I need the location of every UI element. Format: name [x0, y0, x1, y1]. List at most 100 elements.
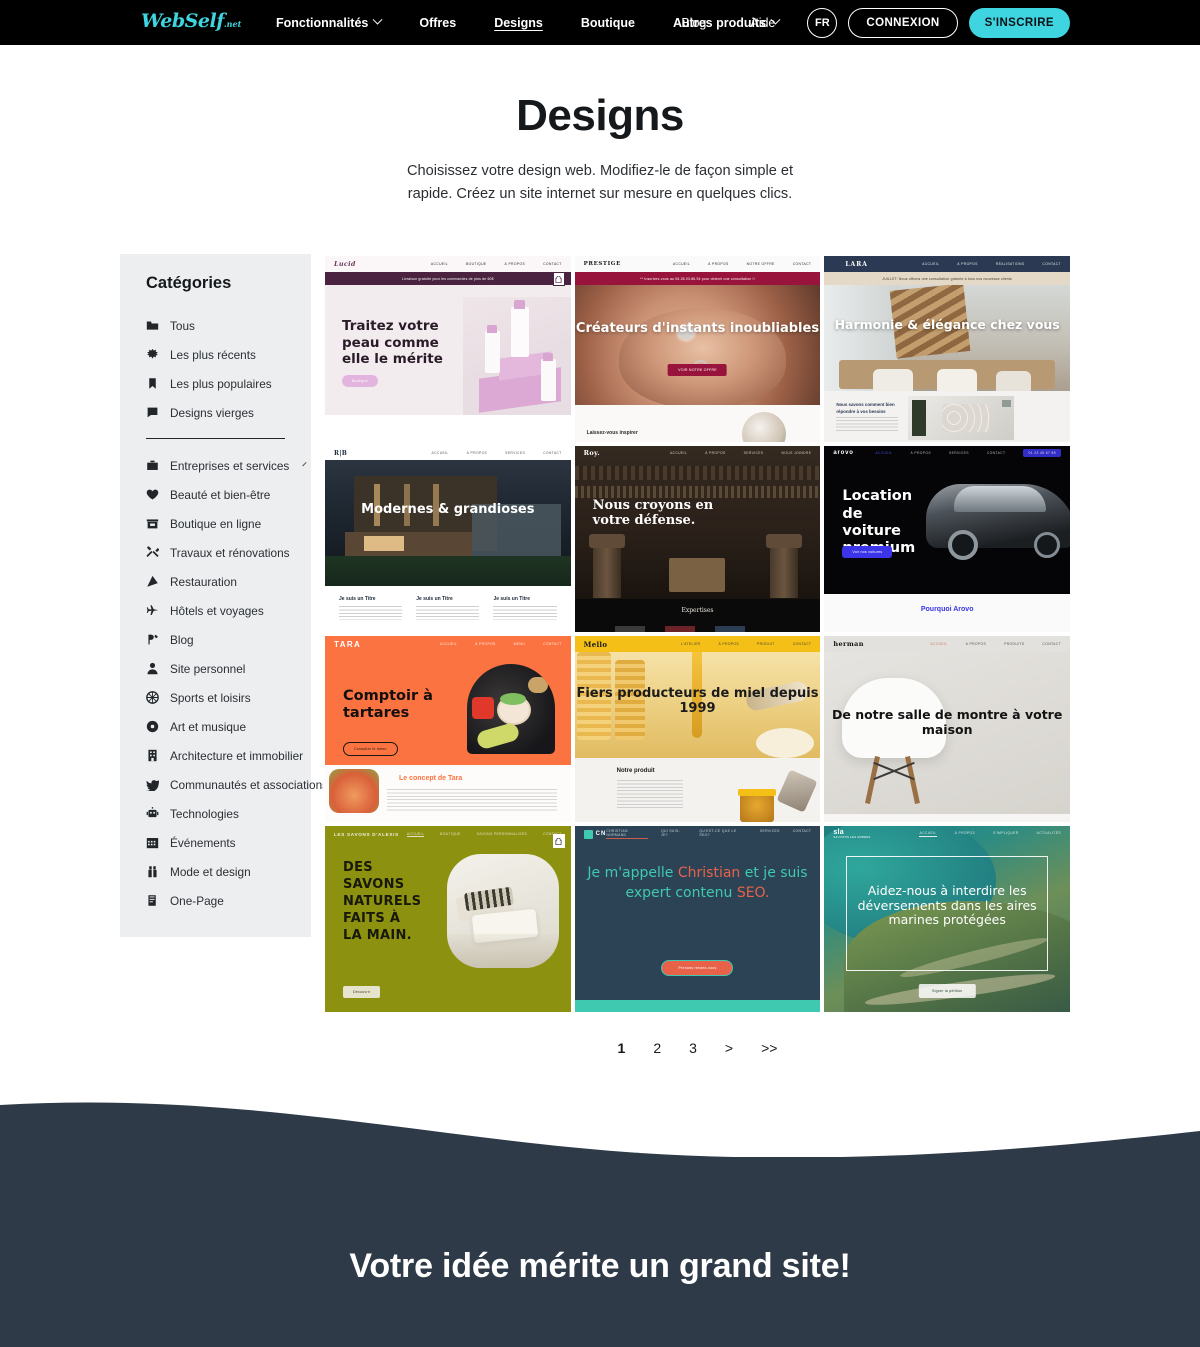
tpl-nav-item: CONTACT: [543, 262, 562, 267]
nav-item-offres[interactable]: Offres: [400, 16, 475, 30]
tpl-photo: [462, 297, 571, 416]
tpl-nav-item: Qui suis-je?: [660, 829, 681, 838]
sidebar-item-technologies[interactable]: Technologies: [120, 799, 311, 828]
tpl-photo: [466, 664, 555, 755]
nav-item-aide[interactable]: Aide: [728, 16, 797, 30]
tpl-col-title: Je suis un Titre: [339, 596, 376, 603]
page-button-2[interactable]: 2: [639, 1040, 675, 1056]
tpl-footer: [574, 1000, 821, 1013]
tpl-nav-item: Contact: [1042, 262, 1061, 267]
footer-body: Votre idée mérite un grand site!: [0, 1157, 1200, 1347]
template-card-lucid[interactable]: Lucid ACCUEIL BOUTIQUE À PROPOS CONTACT …: [323, 254, 573, 445]
template-card-herman[interactable]: herman Accueil À propos Produits Contact: [822, 634, 1072, 825]
nav-item-designs[interactable]: Designs: [475, 16, 562, 30]
sidebar-item-site-personnel[interactable]: Site personnel: [120, 654, 311, 683]
template-card-tara[interactable]: TARA Accueil À propos Menu Contact: [323, 634, 573, 825]
tpl-nav-item: Accueil: [919, 831, 937, 838]
tpl-headline: Créateurs d'instants inoubliables: [575, 321, 820, 337]
page-button-1[interactable]: 1: [604, 1040, 640, 1056]
tpl-nav-item: À propos: [965, 642, 987, 647]
signup-button[interactable]: S'INSCRIRE: [968, 7, 1070, 38]
page-button-3[interactable]: 3: [675, 1040, 711, 1056]
tpl-nav: Accueil À propos Services Contact 01 23 …: [875, 449, 1061, 458]
tpl-cta: Consulter le menu: [343, 742, 398, 757]
tpl-nav: L'ATELIER À PROPOS PRODUIT CONTACT: [681, 642, 811, 646]
sidebar-item-label: Tous: [170, 318, 195, 333]
template-card-lara[interactable]: LARA Accueil À propos Réalisations Conta…: [822, 254, 1072, 445]
tpl-logo: arovo: [833, 450, 854, 457]
sidebar-item-restauration[interactable]: Restauration: [120, 567, 311, 596]
template-card-roy[interactable]: Roy. ACCUEIL À PROPOS SERVICES NOUS JOIN…: [572, 444, 823, 635]
onepage-icon: [146, 894, 159, 907]
template-card-sla[interactable]: sla SAUVONS LES ARBRES Accueil À propos …: [822, 824, 1072, 1015]
sidebar-item-tous[interactable]: Tous: [120, 311, 311, 340]
tpl-logo: TARA: [334, 639, 362, 649]
tpl-nav-item: Services: [948, 451, 969, 456]
template-card-christian-normand[interactable]: CN Christian Normand Qui suis-je? Qu'est…: [572, 824, 823, 1015]
sidebar-item-boutique-en-ligne[interactable]: Boutique en ligne: [120, 509, 311, 538]
sidebar-item-label: Boutique en ligne: [170, 516, 262, 531]
tpl-nav: ACCUEIL À PROPOS NOTRE OFFRE CONTACT: [673, 262, 811, 266]
heart-icon: [146, 488, 159, 501]
sidebar-item-designs-vierges[interactable]: Designs vierges: [120, 398, 311, 427]
tpl-nav: Accueil À propos S'impliquer Actualités: [919, 831, 1061, 838]
tpl-headline: Harmonie & élégance chez vous: [834, 317, 1060, 333]
tpl-nav-item: À propos: [910, 451, 931, 456]
sidebar-item-entreprises-et-services[interactable]: Entreprises et services: [120, 451, 311, 480]
nav-label: Fonctionnalités: [276, 15, 369, 30]
nav-item-blog[interactable]: Blog: [659, 16, 728, 30]
template-card-prestige[interactable]: PRESTIGE ACCUEIL À PROPOS NOTRE OFFRE CO…: [572, 254, 823, 445]
tpl-nav-item: Accueil: [922, 262, 940, 267]
sidebar-item-label: Travaux et rénovations: [170, 545, 290, 560]
sidebar-item-mode-et-design[interactable]: Mode et design: [120, 857, 311, 886]
sidebar-item-art-et-musique[interactable]: Art et musique: [120, 712, 311, 741]
sidebar-item-travaux-et-renovations[interactable]: Travaux et rénovations: [120, 538, 311, 567]
tpl-nav: Accueil À propos Produits Contact: [930, 642, 1061, 646]
sidebar-item-architecture-et-immobilier[interactable]: Architecture et immobilier: [120, 741, 311, 770]
nav-item-boutique[interactable]: Boutique: [562, 16, 654, 30]
logo-text: WebSelf.net: [141, 9, 242, 32]
tpl-navbar: TARA Accueil À propos Menu Contact: [325, 636, 571, 652]
tpl-nav-item: À propos: [957, 262, 978, 267]
sidebar-item-beaute-et-bien-etre[interactable]: Beauté et bien-être: [120, 480, 311, 509]
tpl-headline: Je m'appelle Christian et je suis expert…: [575, 864, 821, 904]
site-logo[interactable]: WebSelf.net: [141, 7, 241, 35]
language-selector[interactable]: FR: [807, 7, 838, 38]
tpl-nav-item: PRODUIT: [757, 642, 775, 647]
page-last-button[interactable]: >>: [747, 1040, 791, 1056]
login-button[interactable]: CONNEXION: [848, 7, 958, 38]
sidebar-item-hotels-et-voyages[interactable]: Hôtels et voyages: [120, 596, 311, 625]
tpl-nav-badge: 01 23 45 67 89: [1023, 449, 1061, 458]
tpl-cta: VOIR NOTRE OFFRE: [668, 364, 727, 377]
template-card-arovo[interactable]: arovo Accueil À propos Services Contact …: [822, 444, 1072, 635]
nav-item-fonctionnalites[interactable]: Fonctionnalités: [276, 14, 400, 30]
tpl-navbar: Roy. ACCUEIL À PROPOS SERVICES NOUS JOIN…: [575, 446, 821, 460]
tpl-logo: Mello: [583, 639, 608, 649]
tpl-nav-item: ACCUEIL: [672, 262, 691, 267]
tpl-nav-item: CONTACT: [792, 262, 812, 267]
tpl-footer: Le concept de Tara: [325, 765, 571, 823]
sidebar-item-les-plus-recents[interactable]: Les plus récents: [120, 340, 311, 369]
tools-icon: [146, 546, 159, 559]
template-card-les-savons-dalexis[interactable]: LES SAVONS D'ALEXIS Accueil Boutique Sav…: [323, 824, 573, 1015]
sidebar-item-label: One-Page: [170, 893, 224, 908]
sidebar-item-sports-et-loisirs[interactable]: Sports et loisirs: [120, 683, 311, 712]
main-content: Catégories Tous Les plus récents Les plu…: [0, 254, 1200, 1056]
tpl-navbar: Mello L'ATELIER À PROPOS PRODUIT CONTACT: [575, 636, 821, 652]
sidebar-item-blog[interactable]: Blog: [120, 625, 311, 654]
template-card-rb[interactable]: R|B Accueil À Propos Services Contact: [323, 444, 573, 635]
bookmark-icon: [146, 377, 159, 390]
sidebar-item-les-plus-populaires[interactable]: Les plus populaires: [120, 369, 311, 398]
page-next-button[interactable]: >: [711, 1040, 747, 1056]
tpl-nav-item: L'ATELIER: [680, 642, 701, 647]
template-preview: herman Accueil À propos Produits Contact: [824, 636, 1070, 823]
tpl-logo-sub: SAUVONS LES ARBRES: [833, 835, 871, 840]
page-subtitle: Choisissez votre design web. Modifiez-le…: [406, 163, 794, 202]
sidebar-item-label: Technologies: [170, 806, 239, 821]
tpl-logo: Lucid: [334, 260, 356, 269]
sidebar-item-communautes-et-associations[interactable]: Communautés et associations: [120, 770, 328, 799]
template-card-mello[interactable]: Mello L'ATELIER À PROPOS PRODUIT CONTACT: [572, 634, 823, 825]
sidebar-item-evenements[interactable]: Événements: [120, 828, 311, 857]
sidebar-item-one-page[interactable]: One-Page: [120, 886, 311, 915]
blank-page-icon: [146, 406, 159, 419]
